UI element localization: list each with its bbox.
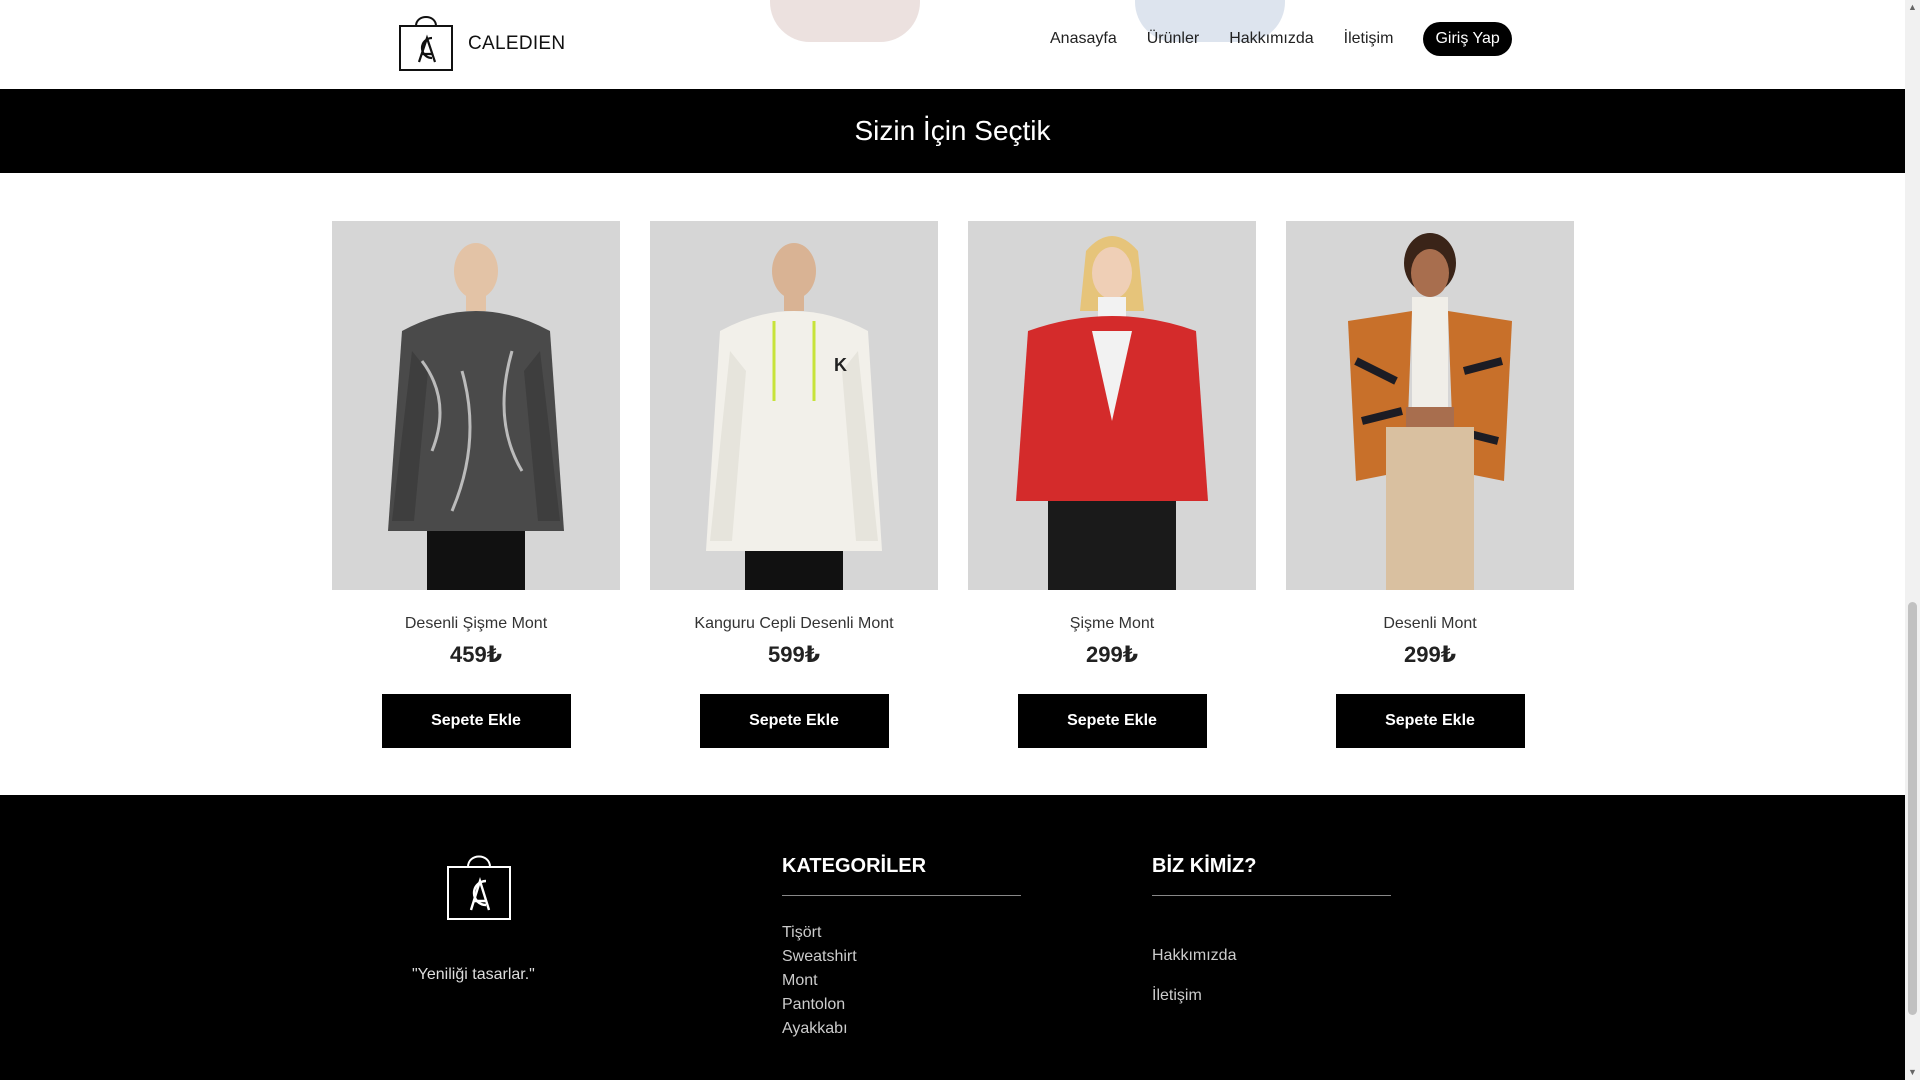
shopping-bag-logo-icon[interactable] bbox=[446, 845, 512, 921]
product-card: K Kanguru Cepli Desenli Mont 599₺ Sepete… bbox=[650, 221, 938, 748]
add-to-cart-button[interactable]: Sepete Ekle bbox=[1017, 694, 1207, 748]
product-image[interactable]: K bbox=[650, 221, 938, 590]
main-nav: Anasayfa Ürünler Hakkımızda İletişim Gir… bbox=[1050, 22, 1512, 56]
product-name: Şişme Mont bbox=[1069, 615, 1155, 632]
nav-item-home[interactable]: Anasayfa bbox=[1050, 30, 1117, 48]
footer-about-title: BİZ KİMİZ? bbox=[1152, 855, 1391, 896]
model-figure bbox=[968, 221, 1256, 590]
scrollbar-thumb[interactable] bbox=[1908, 602, 1917, 1015]
model-figure bbox=[1286, 221, 1574, 590]
product-card: Şişme Mont 299₺ Sepete Ekle bbox=[968, 221, 1256, 748]
section-title: Sizin İçin Seçtik bbox=[854, 115, 1051, 146]
product-image[interactable] bbox=[1286, 221, 1574, 590]
footer-about: BİZ KİMİZ? Hakkımızda İletişim bbox=[1152, 855, 1391, 1024]
product-name: Desenli Şişme Mont bbox=[404, 615, 548, 632]
brand-name: CALEDIEN bbox=[468, 33, 566, 54]
product-card: Desenli Mont 299₺ Sepete Ekle bbox=[1286, 221, 1574, 748]
model-figure bbox=[332, 221, 620, 590]
add-to-cart-button[interactable]: Sepete Ekle bbox=[381, 694, 571, 748]
site-header: CALEDIEN Anasayfa Ürünler Hakkımızda İle… bbox=[0, 0, 1905, 89]
login-button[interactable]: Giriş Yap bbox=[1423, 22, 1512, 56]
footer-link-sweatshirt[interactable]: Sweatshirt bbox=[782, 945, 1021, 969]
product-price: 299₺ bbox=[1085, 642, 1138, 667]
footer-categories: KATEGORİLER Tişört Sweatshirt Mont Panto… bbox=[782, 855, 1021, 1041]
product-price: 299₺ bbox=[1403, 642, 1456, 667]
shopping-bag-logo-icon bbox=[399, 16, 453, 71]
footer-categories-title: KATEGORİLER bbox=[782, 855, 1021, 896]
footer-link-contact[interactable]: İletişim bbox=[1152, 984, 1391, 1024]
nav-item-contact[interactable]: İletişim bbox=[1344, 30, 1394, 48]
nav-item-products[interactable]: Ürünler bbox=[1147, 30, 1199, 48]
footer-link-trousers[interactable]: Pantolon bbox=[782, 993, 1021, 1017]
section-banner: Sizin İçin Seçtik bbox=[0, 89, 1905, 173]
footer-link-tshirt[interactable]: Tişört bbox=[782, 921, 1021, 945]
jacket-logo: K bbox=[834, 355, 847, 375]
product-name: Desenli Mont bbox=[1383, 615, 1477, 632]
product-name: Kanguru Cepli Desenli Mont bbox=[694, 615, 894, 632]
scroll-up-arrow-icon[interactable]: ▲ bbox=[1908, 3, 1917, 12]
page-scrollbar[interactable]: ▲ ▼ bbox=[1905, 0, 1920, 1080]
model-figure: K bbox=[650, 221, 938, 590]
product-price: 459₺ bbox=[449, 642, 502, 667]
brand-slogan: "Yeniliği tasarlar." bbox=[412, 966, 535, 983]
brand-logo[interactable]: CALEDIEN bbox=[398, 8, 565, 72]
product-image[interactable] bbox=[968, 221, 1256, 590]
footer-link-coat[interactable]: Mont bbox=[782, 969, 1021, 993]
site-footer: "Yeniliği tasarlar." KATEGORİLER Tişört … bbox=[0, 795, 1905, 1080]
product-price: 599₺ bbox=[767, 642, 820, 667]
product-card: Desenli Şişme Mont 459₺ Sepete Ekle bbox=[332, 221, 620, 748]
product-image[interactable] bbox=[332, 221, 620, 590]
product-grid: Desenli Şişme Mont 459₺ Sepete Ekle K Ka… bbox=[332, 221, 1604, 748]
hero-image-peek bbox=[770, 0, 920, 42]
footer-link-shoes[interactable]: Ayakkabı bbox=[782, 1017, 1021, 1041]
add-to-cart-button[interactable]: Sepete Ekle bbox=[699, 694, 889, 748]
footer-link-about[interactable]: Hakkımızda bbox=[1152, 944, 1391, 984]
nav-item-about[interactable]: Hakkımızda bbox=[1229, 30, 1313, 48]
scroll-down-arrow-icon[interactable]: ▼ bbox=[1908, 1068, 1917, 1077]
add-to-cart-button[interactable]: Sepete Ekle bbox=[1335, 694, 1525, 748]
